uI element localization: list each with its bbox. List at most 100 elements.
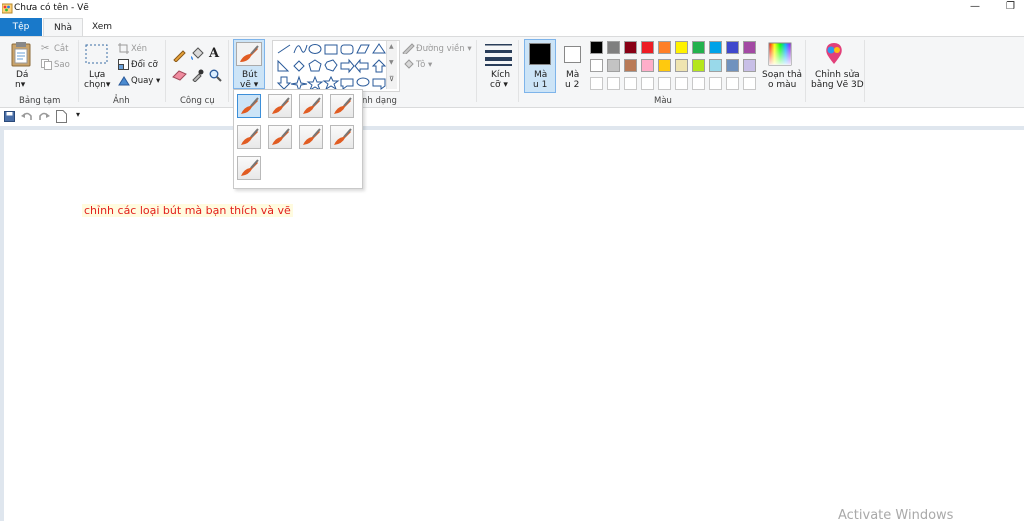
palette-color-swatch[interactable] <box>743 59 756 72</box>
cut-icon[interactable]: ✂ <box>41 43 49 54</box>
palette-color-swatch[interactable] <box>726 59 739 72</box>
color2-label[interactable]: Mà <box>566 70 579 80</box>
palette-empty-swatch[interactable] <box>743 77 756 90</box>
brush-icon <box>269 95 291 120</box>
eraser-icon[interactable] <box>172 69 187 81</box>
crop-icon[interactable] <box>118 43 129 54</box>
palette-color-swatch[interactable] <box>624 59 637 72</box>
oil-brush-option[interactable] <box>237 125 261 149</box>
palette-color-swatch[interactable] <box>675 41 688 54</box>
shapes-scrollbar[interactable]: ▲ ▼ ⊽ <box>386 41 397 89</box>
color2-label-2[interactable]: u 2 <box>565 80 579 90</box>
paste-icon[interactable] <box>10 41 32 67</box>
palette-empty-swatch[interactable] <box>726 77 739 90</box>
scroll-down-icon[interactable]: ▼ <box>389 59 394 66</box>
customize-quick-access-icon[interactable]: ▾ <box>76 110 80 119</box>
paint3d-icon[interactable] <box>823 42 845 66</box>
palette-color-swatch[interactable] <box>658 41 671 54</box>
palette-color-swatch[interactable] <box>709 41 722 54</box>
cut-button[interactable]: Cắt <box>54 44 68 54</box>
color1-label-2[interactable]: u 1 <box>533 80 547 90</box>
palette-empty-swatch[interactable] <box>692 77 705 90</box>
size-label[interactable]: Kích <box>491 70 510 80</box>
palette-color-swatch[interactable] <box>658 59 671 72</box>
palette-empty-swatch[interactable] <box>709 77 722 90</box>
palette-color-swatch[interactable] <box>607 59 620 72</box>
rotate-icon[interactable] <box>118 75 130 86</box>
palette-empty-swatch[interactable] <box>641 77 654 90</box>
edit-colors-label[interactable]: Soạn thả <box>762 70 802 80</box>
palette-color-swatch[interactable] <box>692 41 705 54</box>
expand-icon[interactable]: ⊽ <box>389 75 394 83</box>
marker-option[interactable] <box>299 125 323 149</box>
tab-file[interactable]: Tệp <box>0 18 42 36</box>
color1-label[interactable]: Mà <box>534 70 547 80</box>
color1-swatch[interactable] <box>529 43 551 65</box>
magnifier-icon[interactable] <box>209 69 222 82</box>
palette-color-swatch[interactable] <box>675 59 688 72</box>
fill-button[interactable]: Tô ▾ <box>416 60 432 70</box>
resize-button[interactable]: Đổi cỡ <box>131 60 158 70</box>
palette-empty-swatch[interactable] <box>658 77 671 90</box>
palette-color-swatch[interactable] <box>624 41 637 54</box>
canvas[interactable] <box>0 126 1024 521</box>
size-dropdown[interactable]: cỡ ▾ <box>490 80 508 90</box>
palette-color-swatch[interactable] <box>641 41 654 54</box>
restore-button[interactable]: ❐ <box>1006 1 1015 12</box>
fill-icon[interactable] <box>402 59 415 70</box>
select-dropdown[interactable]: chọn▾ <box>84 80 110 90</box>
paint3d-label-2[interactable]: bằng Vẽ 3D <box>811 80 864 90</box>
select-icon[interactable] <box>85 44 109 66</box>
palette-color-swatch[interactable] <box>726 41 739 54</box>
brush-option[interactable] <box>237 94 261 118</box>
palette-empty-swatch[interactable] <box>590 77 603 90</box>
paste-dropdown[interactable]: n▾ <box>15 80 25 90</box>
paint3d-label[interactable]: Chỉnh sửa <box>815 70 860 80</box>
outline-button[interactable]: Đường viền ▾ <box>416 44 472 54</box>
pencil-icon[interactable] <box>172 48 186 62</box>
palette-empty-swatch[interactable] <box>607 77 620 90</box>
brushes-label[interactable]: Bút <box>242 70 257 80</box>
text-tool-icon[interactable]: A <box>209 46 219 61</box>
palette-color-swatch[interactable] <box>692 59 705 72</box>
edit-colors-icon[interactable] <box>768 42 792 66</box>
color-picker-icon[interactable] <box>191 69 204 82</box>
palette-color-swatch[interactable] <box>743 41 756 54</box>
calligraphy-brush-2-option[interactable] <box>299 94 323 118</box>
shapes-icons[interactable] <box>273 41 389 93</box>
watercolor-brush-option[interactable] <box>237 156 261 180</box>
copy-icon[interactable] <box>41 59 52 70</box>
save-icon[interactable] <box>4 111 15 122</box>
scroll-up-icon[interactable]: ▲ <box>389 43 394 50</box>
rotate-button[interactable]: Quay ▾ <box>131 76 160 86</box>
new-file-icon[interactable] <box>56 110 67 123</box>
size-icon[interactable] <box>485 42 512 66</box>
select-label[interactable]: Lựa <box>89 70 105 80</box>
calligraphy-brush-1-option[interactable] <box>268 94 292 118</box>
tab-view[interactable]: Xem <box>84 18 120 36</box>
tab-home[interactable]: Nhà <box>43 18 83 37</box>
palette-color-swatch[interactable] <box>590 59 603 72</box>
fill-bucket-icon[interactable] <box>190 47 204 61</box>
airbrush-option[interactable] <box>330 94 354 118</box>
paste-label[interactable]: Dá <box>16 70 28 80</box>
palette-color-swatch[interactable] <box>607 41 620 54</box>
edit-colors-label-2[interactable]: o màu <box>768 80 796 90</box>
copy-button[interactable]: Sao <box>54 60 70 70</box>
crop-button[interactable]: Xén <box>131 44 147 54</box>
undo-icon[interactable] <box>21 111 33 122</box>
brush-icon[interactable] <box>236 42 262 66</box>
outline-icon[interactable] <box>402 43 415 54</box>
redo-icon[interactable] <box>38 111 50 122</box>
resize-icon[interactable] <box>118 59 129 70</box>
color2-swatch[interactable] <box>564 46 581 63</box>
palette-color-swatch[interactable] <box>709 59 722 72</box>
minimize-button[interactable]: — <box>970 1 980 12</box>
palette-empty-swatch[interactable] <box>624 77 637 90</box>
natural-pencil-option[interactable] <box>330 125 354 149</box>
palette-empty-swatch[interactable] <box>675 77 688 90</box>
shapes-gallery[interactable] <box>272 40 400 93</box>
palette-color-swatch[interactable] <box>590 41 603 54</box>
palette-color-swatch[interactable] <box>641 59 654 72</box>
crayon-option[interactable] <box>268 125 292 149</box>
